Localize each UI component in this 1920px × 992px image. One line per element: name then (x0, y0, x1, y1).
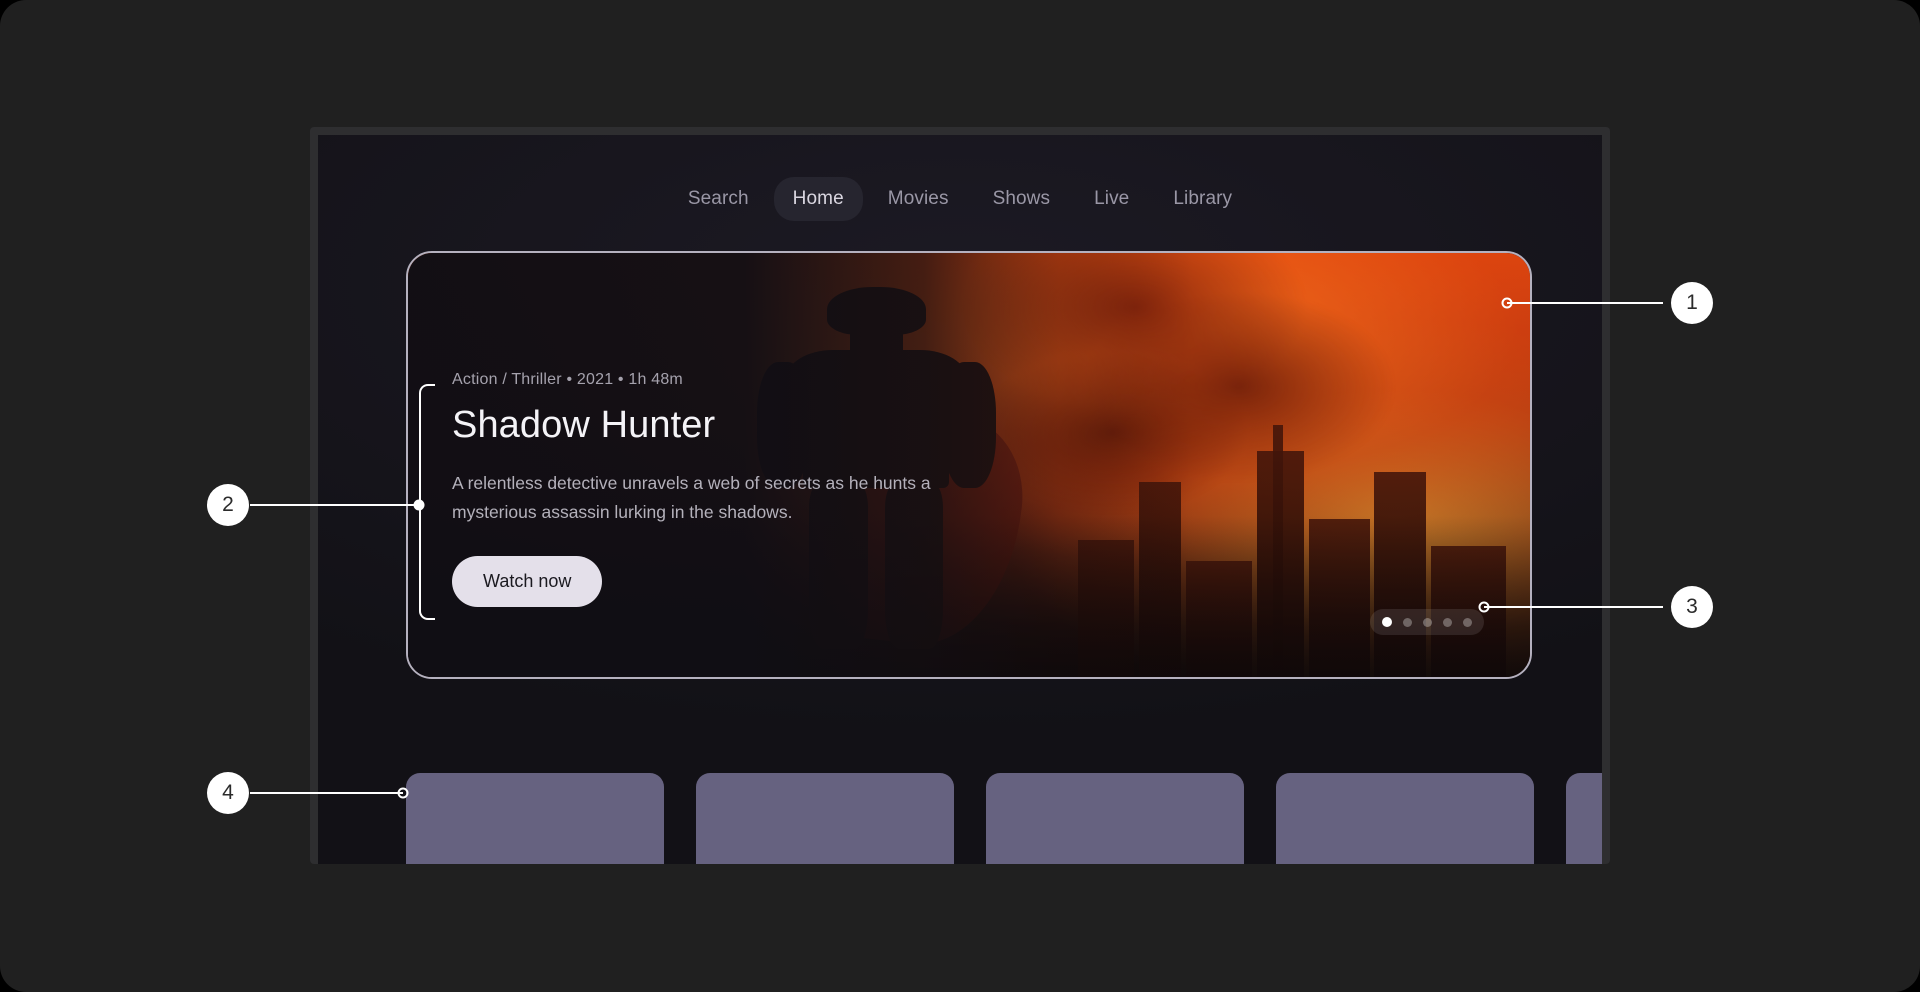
carousel-dot-1[interactable] (1382, 617, 1392, 627)
nav-item-live[interactable]: Live (1075, 177, 1148, 221)
nav-item-search[interactable]: Search (669, 177, 768, 221)
nav-item-movies[interactable]: Movies (869, 177, 968, 221)
nav-item-library[interactable]: Library (1154, 177, 1251, 221)
page-root: Search Home Movies Shows Live Library Ac… (0, 0, 1920, 992)
annotation-4-badge: 4 (207, 772, 249, 814)
hero-description: A relentless detective unravels a web of… (452, 473, 931, 522)
content-card-3[interactable] (986, 773, 1244, 864)
content-card-4[interactable] (1276, 773, 1534, 864)
content-card-5[interactable] (1566, 773, 1602, 864)
content-card-2[interactable] (696, 773, 954, 864)
device-screen: Search Home Movies Shows Live Library Ac… (318, 135, 1602, 864)
carousel-dot-4[interactable] (1443, 617, 1452, 627)
hero-text-block: Action / Thriller • 2021 • 1h 48m Shadow… (452, 371, 942, 608)
annotation-2-badge: 2 (207, 484, 249, 526)
annotation-1-badge: 1 (1671, 282, 1713, 324)
carousel-dots[interactable] (1370, 609, 1484, 635)
hero-banner[interactable]: Action / Thriller • 2021 • 1h 48m Shadow… (406, 251, 1532, 679)
carousel-dot-2[interactable] (1403, 617, 1412, 627)
device-frame: Search Home Movies Shows Live Library Ac… (310, 127, 1610, 864)
watch-now-button[interactable]: Watch now (452, 556, 603, 608)
content-card-row (406, 773, 1602, 864)
content-card-1[interactable] (406, 773, 664, 864)
nav-item-shows[interactable]: Shows (974, 177, 1070, 221)
hero-title: Shadow Hunter (452, 404, 716, 446)
main-navigation: Search Home Movies Shows Live Library (318, 177, 1602, 221)
hero-metadata: Action / Thriller • 2021 • 1h 48m (452, 371, 683, 388)
carousel-dot-3[interactable] (1423, 617, 1432, 627)
annotation-3-badge: 3 (1671, 586, 1713, 628)
nav-item-home[interactable]: Home (773, 177, 863, 221)
carousel-dot-5[interactable] (1463, 617, 1472, 627)
